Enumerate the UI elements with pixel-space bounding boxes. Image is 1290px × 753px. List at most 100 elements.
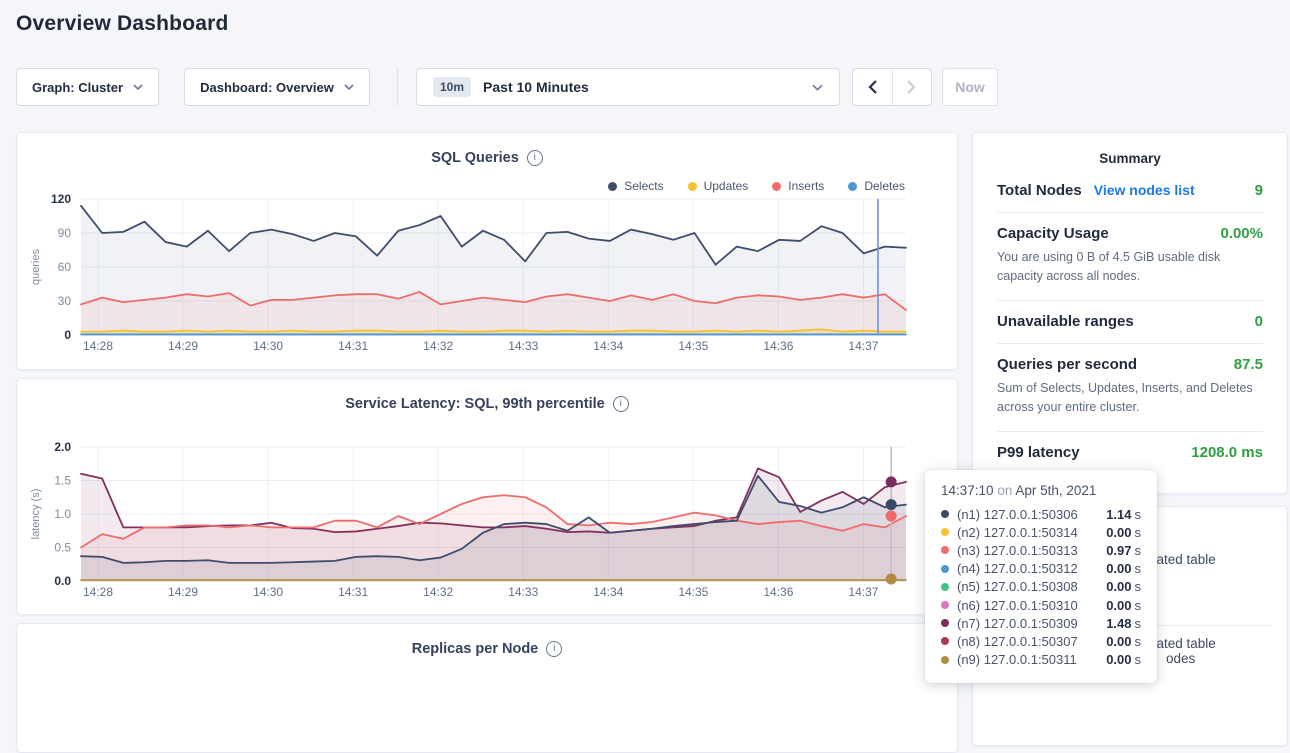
latency-unit: s: [1135, 652, 1142, 667]
events-divider: [1154, 625, 1272, 626]
summary-label: Queries per second: [997, 356, 1137, 373]
legend-item-updates[interactable]: Updates: [688, 179, 749, 193]
now-button-label: Now: [955, 79, 985, 95]
service-latency-panel: Service Latency: SQL, 99th percentile i …: [16, 378, 958, 615]
now-button[interactable]: Now: [942, 68, 998, 106]
view-nodes-list-link[interactable]: View nodes list: [1094, 182, 1195, 198]
svg-text:0.0: 0.0: [54, 574, 71, 588]
svg-text:14:31: 14:31: [338, 339, 368, 353]
svg-text:queries: queries: [30, 248, 42, 285]
tooltip-row: (n9) 127.0.0.1:50311 0.00s: [941, 651, 1141, 669]
svg-text:14:29: 14:29: [168, 339, 198, 353]
svg-text:14:35: 14:35: [678, 585, 708, 599]
chart-title: SQL Queries: [431, 150, 519, 166]
chart-hover-tooltip: 14:37:10 on Apr 5th, 2021 (n1) 127.0.0.1…: [925, 470, 1157, 683]
node-address: (n7) 127.0.0.1:50309: [957, 616, 1078, 631]
info-icon[interactable]: i: [613, 396, 629, 412]
dashboard-dropdown-label: Dashboard: Overview: [200, 80, 334, 95]
tooltip-row: (n7) 127.0.0.1:50309 1.48s: [941, 614, 1141, 632]
tooltip-row: (n6) 127.0.0.1:503100.00s: [941, 596, 1141, 614]
node-latency-value: 0.00s: [1106, 652, 1141, 667]
chart-latency: 14:2814:2914:3014:3114:3214:3314:3414:35…: [17, 379, 959, 617]
node-color-dot: [941, 510, 949, 518]
node-latency-value: 0.00s: [1106, 561, 1141, 576]
chevron-down-icon: [344, 84, 354, 90]
svg-text:0: 0: [64, 328, 71, 342]
legend-label: Updates: [704, 179, 749, 193]
summary-row-capacity-usage: Capacity Usage0.00%You are using 0 B of …: [997, 212, 1263, 300]
time-forward-button[interactable]: [893, 69, 932, 105]
tooltip-row: (n8) 127.0.0.1:503070.00s: [941, 632, 1141, 650]
svg-text:14:33: 14:33: [508, 339, 538, 353]
legend-label: Inserts: [788, 179, 824, 193]
summary-value: 1208.0 ms: [1191, 444, 1263, 461]
summary-label: Capacity Usage: [997, 225, 1109, 242]
time-back-button[interactable]: [853, 69, 893, 105]
node-latency-value: 1.14s: [1106, 507, 1141, 522]
node-latency-value: 0.00s: [1106, 598, 1141, 613]
svg-text:30: 30: [58, 294, 72, 308]
node-address: (n9) 127.0.0.1:50311: [957, 652, 1077, 667]
replicas-title-row: Replicas per Node i: [17, 641, 957, 657]
legend-item-deletes[interactable]: Deletes: [848, 179, 905, 193]
node-color-dot: [941, 637, 949, 645]
node-color-dot: [941, 583, 949, 591]
svg-text:14:35: 14:35: [678, 339, 708, 353]
latency-unit: s: [1135, 525, 1142, 540]
sql-queries-panel: SQL Queries i Selects Updates Inserts Delet…: [16, 132, 958, 370]
time-range-label: Past 10 Minutes: [483, 79, 589, 95]
svg-text:14:29: 14:29: [168, 585, 198, 599]
chart-sql: 14:2814:2914:3014:3114:3214:3314:3414:35…: [17, 133, 959, 371]
tooltip-row: (n2) 127.0.0.1:503140.00s: [941, 523, 1141, 541]
svg-text:90: 90: [58, 226, 72, 240]
toolbar-divider: [397, 68, 398, 106]
summary-label: Unavailable ranges: [997, 313, 1134, 330]
svg-text:14:37: 14:37: [848, 585, 878, 599]
svg-text:14:28: 14:28: [83, 585, 113, 599]
graph-dropdown[interactable]: Graph: Cluster: [16, 68, 159, 106]
node-address: (n2) 127.0.0.1:50314: [957, 525, 1078, 540]
info-icon[interactable]: i: [527, 150, 543, 166]
node-latency-value: 0.97s: [1106, 543, 1141, 558]
svg-text:1.5: 1.5: [54, 474, 71, 488]
info-icon[interactable]: i: [546, 641, 562, 657]
node-color-dot: [941, 656, 949, 664]
node-address: (n5) 127.0.0.1:50308: [957, 579, 1078, 594]
latency-unit: s: [1135, 543, 1142, 558]
node-address: (n8) 127.0.0.1:50307: [957, 634, 1078, 649]
summary-label: P99 latency: [997, 444, 1080, 461]
svg-text:120: 120: [51, 192, 71, 206]
svg-text:14:34: 14:34: [593, 585, 623, 599]
replicas-per-node-panel: Replicas per Node i: [16, 623, 958, 753]
time-range-badge: 10m: [433, 77, 471, 97]
summary-row-p99-latency: P99 latency 1208.0 ms: [997, 431, 1263, 474]
svg-text:14:36: 14:36: [763, 585, 793, 599]
legend-dot: [688, 182, 697, 191]
graph-dropdown-label: Graph: Cluster: [32, 80, 123, 95]
summary-title: Summary: [997, 151, 1263, 166]
summary-panel: Summary Total NodesView nodes list9Capac…: [972, 132, 1288, 494]
time-range-picker[interactable]: 10m Past 10 Minutes: [416, 68, 840, 106]
tooltip-row: (n5) 127.0.0.1:50308 0.00s: [941, 578, 1141, 596]
chart-title: Service Latency: SQL, 99th percentile: [345, 396, 605, 412]
node-color-dot: [941, 619, 949, 627]
node-address: (n3) 127.0.0.1:50313: [957, 543, 1078, 558]
chevron-down-icon: [133, 84, 143, 90]
page-title: Overview Dashboard: [16, 12, 229, 36]
legend-item-inserts[interactable]: Inserts: [772, 179, 824, 193]
legend-label: Selects: [624, 179, 663, 193]
latency-unit: s: [1135, 579, 1142, 594]
dashboard-dropdown[interactable]: Dashboard: Overview: [184, 68, 370, 106]
svg-text:14:32: 14:32: [423, 339, 453, 353]
node-latency-value: 1.48s: [1106, 616, 1141, 631]
legend-dot: [772, 182, 781, 191]
event-text-fragment: odes: [1166, 651, 1195, 666]
tooltip-row: (n1) 127.0.0.1:503061.14s: [941, 505, 1141, 523]
svg-text:14:30: 14:30: [253, 339, 283, 353]
legend-label: Deletes: [864, 179, 905, 193]
summary-description: Sum of Selects, Updates, Inserts, and De…: [997, 379, 1263, 418]
event-text-fragment: eated table: [1149, 552, 1216, 567]
legend-item-selects[interactable]: Selects: [608, 179, 663, 193]
node-latency-value: 0.00s: [1106, 579, 1141, 594]
tooltip-row: (n3) 127.0.0.1:50313 0.97s: [941, 541, 1141, 559]
